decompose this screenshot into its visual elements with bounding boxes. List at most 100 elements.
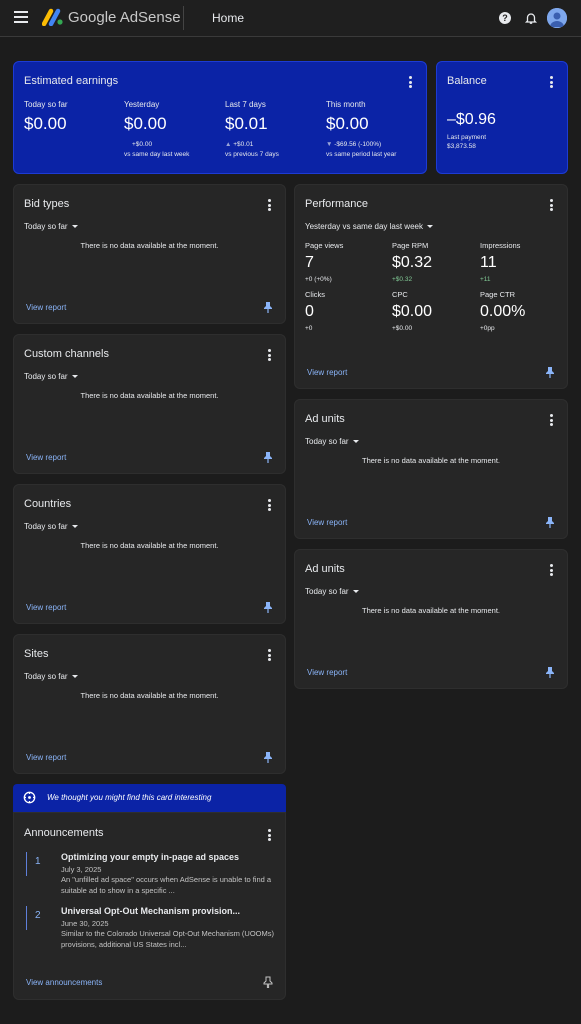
caret-down-icon (352, 440, 359, 444)
view-report-link[interactable]: View report (26, 753, 66, 762)
date-range-dropdown[interactable]: Today so far (24, 372, 78, 381)
pin-outline-icon[interactable] (263, 976, 273, 988)
view-report-link[interactable]: View report (307, 668, 347, 677)
card-title: Performance (305, 198, 368, 210)
date-range-dropdown[interactable]: Today so far (305, 587, 359, 596)
date-range-label: Today so far (24, 522, 68, 531)
suggestion-banner: We thought you might find this card inte… (13, 784, 286, 812)
date-range-dropdown[interactable]: Today so far (24, 222, 78, 231)
bid-types-card: Bid types Today so far There is no data … (13, 184, 286, 324)
announcement-description: Similar to the Colorado Universal Opt-Ou… (61, 929, 274, 949)
pin-icon[interactable] (545, 666, 555, 678)
balance-value: –$0.96 (447, 111, 496, 128)
ad-units-card: Ad units Today so far There is no data a… (294, 549, 568, 689)
metric-value: $0.32 (392, 254, 433, 271)
announcement-description: An "unfilled ad space" occurs when AdSen… (61, 875, 272, 895)
announcement-number: 2 (35, 910, 41, 921)
person-icon (547, 8, 567, 28)
metric-delta-block: ▼ -$69.56 (-100%) vs same period last ye… (326, 140, 396, 160)
announcement-marker (26, 906, 27, 930)
more-options-icon[interactable] (268, 649, 272, 661)
more-options-icon[interactable] (550, 76, 554, 88)
pin-icon[interactable] (263, 601, 273, 613)
announcement-item[interactable]: 1 Optimizing your empty in-page ad space… (26, 852, 281, 902)
metric-value: $0.00 (326, 114, 369, 133)
metric-this-month: This month $0.00 ▼ -$69.56 (-100%) vs sa… (326, 100, 396, 160)
metric-label: This month (326, 100, 366, 109)
view-report-link[interactable]: View report (26, 303, 66, 312)
adsense-logo-icon (42, 8, 63, 26)
metric-label: Last 7 days (225, 100, 266, 109)
pin-icon[interactable] (545, 516, 555, 528)
metric-delta-row: ▲ +$0.01 (225, 140, 279, 150)
caret-down-icon (71, 375, 78, 379)
metric-page-ctr: Page CTR 0.00% +0pp (480, 290, 525, 332)
pin-icon[interactable] (263, 301, 273, 313)
more-options-icon[interactable] (268, 349, 272, 361)
no-data-message: There is no data available at the moment… (80, 391, 219, 400)
more-options-icon[interactable] (550, 199, 554, 211)
metric-page-rpm: Page RPM $0.32 +$0.32 (392, 241, 432, 283)
metric-value: $0.01 (225, 114, 268, 133)
metric-cpc: CPC $0.00 +$0.00 (392, 290, 432, 332)
more-options-icon[interactable] (268, 499, 272, 511)
no-data-message: There is no data available at the moment… (362, 456, 500, 465)
metric-label: CPC (392, 290, 408, 299)
metric-value: $0.00 (124, 114, 167, 133)
no-data-message: There is no data available at the moment… (80, 241, 219, 250)
announcement-marker (26, 852, 27, 876)
balance-card: Balance –$0.96 Last payment $3,873.58 (436, 61, 568, 174)
view-report-link[interactable]: View report (26, 603, 66, 612)
sites-card: Sites Today so far There is no data avai… (13, 634, 286, 774)
pin-icon[interactable] (263, 751, 273, 763)
announcement-date: July 3, 2025 (61, 865, 102, 874)
announcements-card: Announcements 1 Optimizing your empty in… (13, 812, 286, 1000)
card-title: Ad units (305, 413, 345, 425)
pin-icon[interactable] (263, 451, 273, 463)
metric-label: Page RPM (392, 241, 429, 250)
brand-name: Google AdSense (68, 9, 181, 26)
date-range-dropdown[interactable]: Yesterday vs same day last week (305, 222, 433, 231)
card-title: Ad units (305, 563, 345, 575)
menu-icon[interactable] (14, 11, 28, 23)
page-title: Home (212, 11, 245, 25)
metric-delta: +0 (305, 325, 313, 332)
help-icon[interactable]: ? (498, 11, 512, 25)
svg-text:?: ? (502, 13, 508, 23)
date-range-label: Today so far (24, 672, 68, 681)
metric-today: Today so far $0.00 (24, 100, 68, 134)
more-options-icon[interactable] (268, 829, 272, 841)
more-options-icon[interactable] (409, 76, 413, 88)
account-avatar[interactable] (547, 8, 567, 28)
metric-label: Page CTR (480, 290, 516, 299)
metric-delta: +0 (+0%) (305, 276, 332, 283)
announcement-date: June 30, 2025 (61, 919, 109, 928)
no-data-message: There is no data available at the moment… (80, 691, 219, 700)
date-range-label: Today so far (24, 372, 68, 381)
view-announcements-link[interactable]: View announcements (26, 978, 102, 987)
arrow-up-icon: ▲ (225, 141, 232, 148)
view-report-link[interactable]: View report (307, 368, 347, 377)
card-title: Custom channels (24, 348, 109, 360)
date-range-dropdown[interactable]: Today so far (305, 437, 359, 446)
lightbulb-icon (23, 791, 36, 804)
metric-value: 7 (305, 254, 314, 271)
notifications-bell-icon[interactable] (524, 11, 538, 25)
date-range-label: Yesterday vs same day last week (305, 222, 423, 231)
metric-compare: vs same period last year (326, 151, 397, 158)
more-options-icon[interactable] (550, 414, 554, 426)
metric-label: Clicks (305, 290, 325, 299)
view-report-link[interactable]: View report (26, 453, 66, 462)
date-range-dropdown[interactable]: Today so far (24, 522, 78, 531)
date-range-dropdown[interactable]: Today so far (24, 672, 78, 681)
view-report-link[interactable]: View report (307, 518, 347, 527)
announcement-item[interactable]: 2 Universal Opt-Out Mechanism provision.… (26, 906, 281, 956)
metric-value: $0.00 (24, 114, 67, 133)
card-title: Estimated earnings (24, 75, 119, 87)
more-options-icon[interactable] (550, 564, 554, 576)
date-range-label: Today so far (24, 222, 68, 231)
card-title: Announcements (24, 827, 104, 839)
more-options-icon[interactable] (268, 199, 272, 211)
countries-card: Countries Today so far There is no data … (13, 484, 286, 624)
pin-icon[interactable] (545, 366, 555, 378)
